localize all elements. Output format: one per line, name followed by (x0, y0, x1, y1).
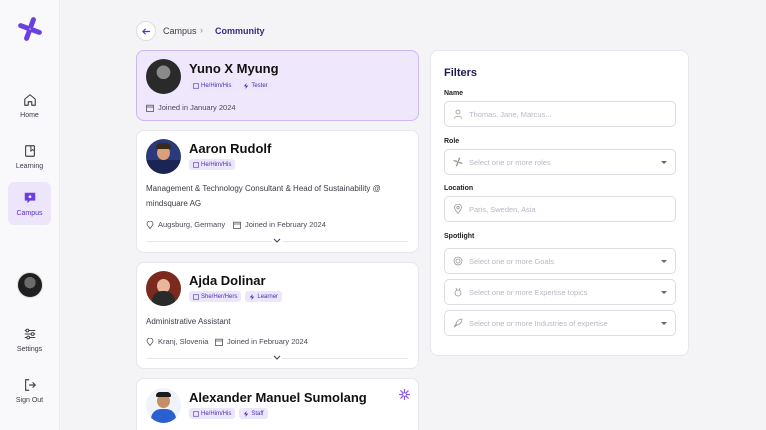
member-avatar (146, 139, 181, 174)
member-avatar (146, 271, 181, 306)
medal-icon (454, 287, 462, 297)
chevron-down-icon (661, 260, 667, 263)
chevron-down-icon (273, 238, 281, 243)
role-filter-select[interactable]: Select one or more roles (444, 149, 676, 175)
pronoun-badge: She/Her/Hers (189, 291, 242, 302)
sidebar-item-campus[interactable]: Campus (8, 182, 51, 225)
arrow-left-icon (141, 27, 150, 35)
goals-filter-select[interactable]: Select one or more Goals (444, 248, 676, 274)
member-badges: She/Her/Hers Learner (189, 291, 283, 302)
joined-date: Joined in January 2024 (146, 103, 236, 112)
member-description: Management & Technology Consultant & Hea… (146, 184, 381, 208)
spotlight-filter-label: Spotlight (444, 233, 475, 240)
bolt-icon (244, 410, 249, 417)
member-badges: He/Him/His Staff (189, 408, 268, 419)
id-card-icon (193, 410, 199, 417)
location-filter-input[interactable]: Paris, Sweden, Asia (444, 196, 676, 222)
expand-button[interactable] (272, 353, 282, 363)
id-card-icon (193, 82, 199, 89)
location-pin-icon (146, 220, 154, 229)
pronoun-badge: He/Him/His (189, 80, 236, 91)
member-card[interactable]: Alexander Manuel Sumolang He/Him/His Sta… (136, 378, 419, 430)
back-button[interactable] (136, 21, 156, 41)
member-card[interactable]: Ajda Dolinar She/Her/Hers Learner Admini… (136, 262, 419, 369)
filters-panel: Filters Name Thomas, Jane, Marcus... Rol… (430, 50, 689, 356)
chevron-down-icon (273, 355, 281, 360)
bolt-icon (244, 82, 249, 89)
sidebar-item-label: Sign Out (15, 396, 44, 404)
sidebar-item-label: Home (20, 111, 39, 119)
member-avatar (146, 388, 181, 423)
id-card-icon (193, 161, 199, 168)
member-location: Kranj, Slovenia (146, 337, 208, 346)
user-avatar[interactable] (17, 272, 43, 298)
location-pin-icon (146, 337, 154, 346)
member-name: Alexander Manuel Sumolang (189, 390, 367, 405)
expand-button[interactable] (272, 236, 282, 246)
sidebar-item-label: Campus (16, 209, 43, 217)
chat-icon (24, 192, 35, 203)
member-name: Aaron Rudolf (189, 141, 272, 156)
sidebar-item-home[interactable]: Home (8, 84, 51, 127)
sidebar: Home Learning Campus Settings Sign Out (0, 0, 60, 430)
location-pin-icon (454, 204, 462, 214)
pronoun-badge: He/Him/His (189, 159, 236, 170)
sidebar-item-settings[interactable]: Settings (8, 318, 51, 361)
joined-date: Joined in February 2024 (233, 220, 326, 229)
member-name: Ajda Dolinar (189, 273, 266, 288)
roles-icon (453, 157, 463, 167)
bolt-icon (250, 293, 255, 300)
member-card[interactable]: Aaron Rudolf He/Him/His Management & Tec… (136, 130, 419, 253)
industries-filter-select[interactable]: Select one or more Industries of experti… (444, 310, 676, 336)
staff-snowflake-icon (399, 389, 410, 400)
rocket-icon (453, 318, 463, 328)
role-filter-label: Role (444, 138, 460, 145)
sign-out-icon (24, 378, 36, 391)
calendar-icon (215, 338, 223, 346)
sidebar-item-label: Settings (16, 345, 43, 353)
expertise-filter-select[interactable]: Select one or more Expertise topics (444, 279, 676, 305)
member-badges: He/Him/His Tester (189, 80, 272, 91)
member-location: Augsburg, Germany (146, 220, 225, 229)
pronoun-badge: He/Him/His (189, 408, 236, 419)
brand-logo-icon[interactable] (17, 16, 43, 42)
calendar-icon (146, 104, 154, 112)
breadcrumb-current: Community (215, 26, 265, 36)
home-icon (23, 93, 36, 106)
member-name: Yuno X Myung (189, 61, 279, 76)
role-badge: Staff (239, 408, 268, 419)
member-card[interactable]: Yuno X Myung He/Him/His Tester Joined in… (136, 50, 419, 121)
chevron-down-icon (661, 322, 667, 325)
name-filter-label: Name (444, 90, 464, 97)
breadcrumb-campus-link[interactable]: Campus (163, 26, 197, 36)
name-filter-input[interactable]: Thomas, Jane, Marcus... (444, 101, 676, 127)
joined-date: Joined in February 2024 (215, 337, 308, 346)
role-badge: Tester (239, 80, 272, 91)
member-avatar (146, 59, 181, 94)
filters-title: Filters (444, 67, 478, 79)
target-icon (453, 256, 463, 266)
calendar-icon (233, 221, 241, 229)
sidebar-item-sign-out[interactable]: Sign Out (8, 369, 51, 412)
sidebar-item-label: Learning (15, 162, 44, 170)
sidebar-item-learning[interactable]: Learning (8, 135, 51, 178)
sliders-icon (24, 328, 35, 339)
member-description: Administrative Assistant (146, 317, 231, 326)
breadcrumb-separator: › (200, 25, 203, 35)
location-filter-label: Location (444, 185, 474, 192)
chevron-down-icon (661, 161, 667, 164)
user-icon (454, 109, 462, 119)
book-icon (24, 144, 35, 157)
role-badge: Learner (245, 291, 283, 302)
member-badges: He/Him/His (189, 159, 236, 170)
id-card-icon (193, 293, 199, 300)
chevron-down-icon (661, 291, 667, 294)
